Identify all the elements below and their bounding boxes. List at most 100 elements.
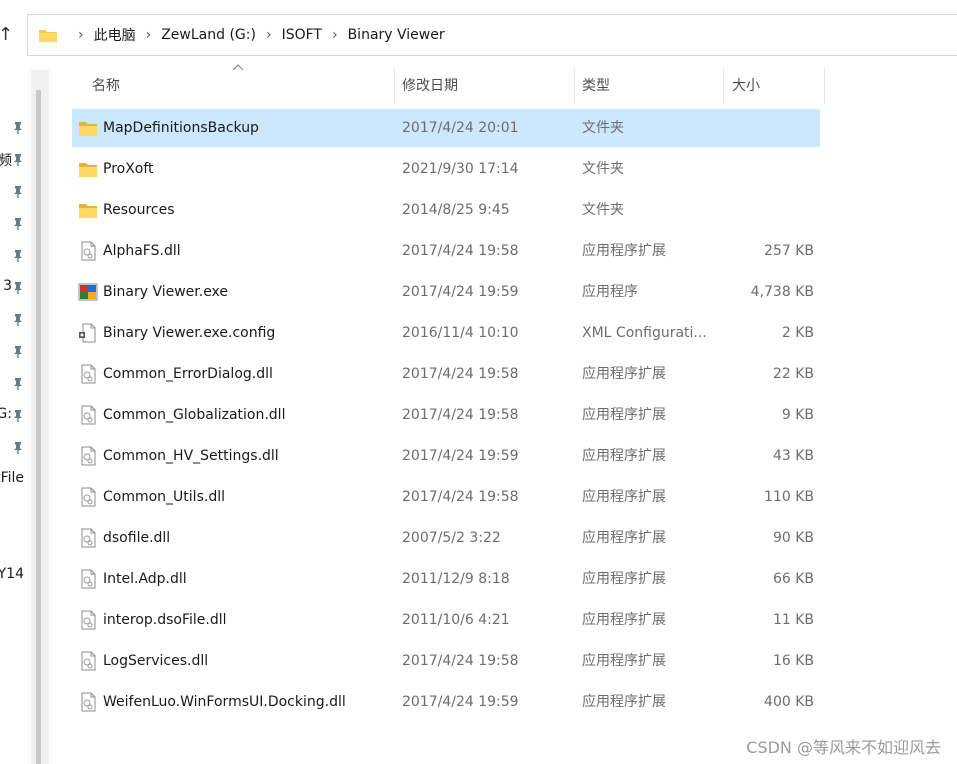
file-size: 66 KB <box>772 571 814 587</box>
file-row[interactable]: Common_HV_Settings.dll 2017/4/24 19:59 应用程… <box>72 437 820 475</box>
file-type: 应用程序扩展 <box>582 571 666 587</box>
column-header-type[interactable]: 类型 <box>582 68 610 104</box>
file-name: dsofile.dll <box>103 530 171 546</box>
file-date-modified: 2017/4/24 19:58 <box>402 653 519 669</box>
file-row[interactable]: Common_Utils.dll 2017/4/24 19:58 应用程序扩展 110… <box>72 478 820 516</box>
column-divider[interactable] <box>723 68 724 104</box>
binary-viewer-app-icon <box>78 283 98 301</box>
breadcrumb-item-binary-viewer[interactable]: Binary Viewer <box>348 27 445 43</box>
pin-icon[interactable] <box>12 377 24 391</box>
config-file-icon <box>79 323 96 343</box>
pin-icon[interactable] <box>12 281 24 295</box>
breadcrumb: › 此电脑 › ZewLand (G:) › ISOFT › Binary Vi… <box>38 15 445 55</box>
file-row[interactable]: dsofile.dll 2007/5/2 3:22 应用程序扩展 90 KB <box>72 519 820 557</box>
dll-file-icon <box>81 405 96 425</box>
nav-item[interactable] <box>0 374 36 394</box>
file-type: XML Configurati... <box>582 325 707 341</box>
file-row[interactable]: interop.dsoFile.dll 2011/10/6 4:21 应用程序扩展 1… <box>72 601 820 639</box>
dll-file-icon <box>81 528 96 548</box>
nav-item-label: UY14 <box>0 566 24 582</box>
nav-pane-scrollbar[interactable] <box>36 90 41 764</box>
column-divider[interactable] <box>574 68 575 104</box>
column-header-size[interactable]: 大小 <box>732 68 760 104</box>
file-row[interactable]: WeifenLuo.WinFormsUI.Docking.dll 2017/4/2… <box>72 683 820 721</box>
column-divider[interactable] <box>824 68 825 104</box>
pin-icon[interactable] <box>12 345 24 359</box>
pin-icon[interactable] <box>12 217 24 231</box>
file-size: 2 KB <box>781 325 814 341</box>
file-name: interop.dsoFile.dll <box>103 612 227 628</box>
up-arrow-icon[interactable]: ↑ <box>0 24 13 46</box>
navigation-pane: 频 3 G: etFile UY14 <box>0 60 36 764</box>
column-divider[interactable] <box>394 68 395 104</box>
file-size: 400 KB <box>764 694 814 710</box>
file-size: 257 KB <box>764 243 814 259</box>
file-date-modified: 2011/10/6 4:21 <box>402 612 510 628</box>
nav-item[interactable] <box>0 214 36 234</box>
nav-item[interactable] <box>0 182 36 202</box>
file-name: MapDefinitionsBackup <box>103 120 259 136</box>
nav-item[interactable] <box>0 118 36 138</box>
file-size: 90 KB <box>772 530 814 546</box>
file-date-modified: 2021/9/30 17:14 <box>402 161 519 177</box>
pin-icon[interactable] <box>12 409 24 423</box>
file-name: Intel.Adp.dll <box>103 571 187 587</box>
file-type: 应用程序扩展 <box>582 653 666 669</box>
nav-item-label: etFile <box>0 470 24 486</box>
nav-item[interactable]: G: <box>0 406 36 426</box>
breadcrumb-item-this-pc[interactable]: 此电脑 <box>94 25 136 45</box>
file-date-modified: 2017/4/24 19:58 <box>402 489 519 505</box>
file-date-modified: 2017/4/24 19:59 <box>402 284 519 300</box>
file-row[interactable]: Resources 2014/8/25 9:45 文件夹 <box>72 191 820 229</box>
chevron-right-icon: › <box>145 27 152 43</box>
file-type: 应用程序 <box>582 284 638 300</box>
file-row[interactable]: Binary Viewer.exe.config 2016/11/4 10:10 X… <box>72 314 820 352</box>
file-date-modified: 2017/4/24 19:58 <box>402 243 519 259</box>
pin-icon[interactable] <box>12 121 24 135</box>
nav-item[interactable] <box>0 438 36 458</box>
file-type: 应用程序扩展 <box>582 448 666 464</box>
dll-file-icon <box>81 241 96 261</box>
file-row[interactable]: Common_ErrorDialog.dll 2017/4/24 19:58 应用程… <box>72 355 820 393</box>
nav-item[interactable]: etFile <box>0 470 36 490</box>
address-bar[interactable]: › 此电脑 › ZewLand (G:) › ISOFT › Binary Vi… <box>27 14 957 56</box>
file-date-modified: 2011/12/9 8:18 <box>402 571 510 587</box>
file-row[interactable]: Intel.Adp.dll 2011/12/9 8:18 应用程序扩展 66 KB <box>72 560 820 598</box>
pin-icon[interactable] <box>12 249 24 263</box>
pin-icon[interactable] <box>12 153 24 167</box>
file-row[interactable]: MapDefinitionsBackup 2017/4/24 20:01 文件夹 <box>72 109 820 147</box>
file-name: Common_Globalization.dll <box>103 407 286 423</box>
dll-file-icon <box>81 692 96 712</box>
folder-icon <box>79 204 97 218</box>
file-name: ProXoft <box>103 161 154 177</box>
file-type: 应用程序扩展 <box>582 366 666 382</box>
dll-file-icon <box>81 446 96 466</box>
column-header-name[interactable]: 名称 <box>92 68 120 104</box>
file-type: 应用程序扩展 <box>582 243 666 259</box>
column-header-date[interactable]: 修改日期 <box>402 68 458 104</box>
breadcrumb-item-isoft[interactable]: ISOFT <box>282 27 322 43</box>
sort-ascending-icon <box>232 64 244 71</box>
file-row[interactable]: ProXoft 2021/9/30 17:14 文件夹 <box>72 150 820 188</box>
pin-icon[interactable] <box>12 441 24 455</box>
file-row[interactable]: Binary Viewer.exe 2017/4/24 19:59 应用程序 4,73… <box>72 273 820 311</box>
file-row[interactable]: LogServices.dll 2017/4/24 19:58 应用程序扩展 16 K… <box>72 642 820 680</box>
file-row[interactable]: AlphaFS.dll 2017/4/24 19:58 应用程序扩展 257 KB <box>72 232 820 270</box>
nav-item[interactable] <box>0 342 36 362</box>
pin-icon[interactable] <box>12 313 24 327</box>
nav-item[interactable] <box>0 310 36 330</box>
file-name: WeifenLuo.WinFormsUI.Docking.dll <box>103 694 346 710</box>
nav-item[interactable]: 3 <box>0 278 36 298</box>
nav-item[interactable]: UY14 <box>0 566 36 586</box>
file-type: 应用程序扩展 <box>582 612 666 628</box>
file-row[interactable]: Common_Globalization.dll 2017/4/24 19:58 应… <box>72 396 820 434</box>
nav-item[interactable] <box>0 246 36 266</box>
file-name: Common_HV_Settings.dll <box>103 448 279 464</box>
nav-item[interactable]: 频 <box>0 150 36 170</box>
folder-icon <box>39 30 57 42</box>
nav-item-label: G: <box>0 406 12 422</box>
file-name: Common_Utils.dll <box>103 489 225 505</box>
file-size: 110 KB <box>764 489 814 505</box>
breadcrumb-item-drive[interactable]: ZewLand (G:) <box>161 27 256 43</box>
pin-icon[interactable] <box>12 185 24 199</box>
